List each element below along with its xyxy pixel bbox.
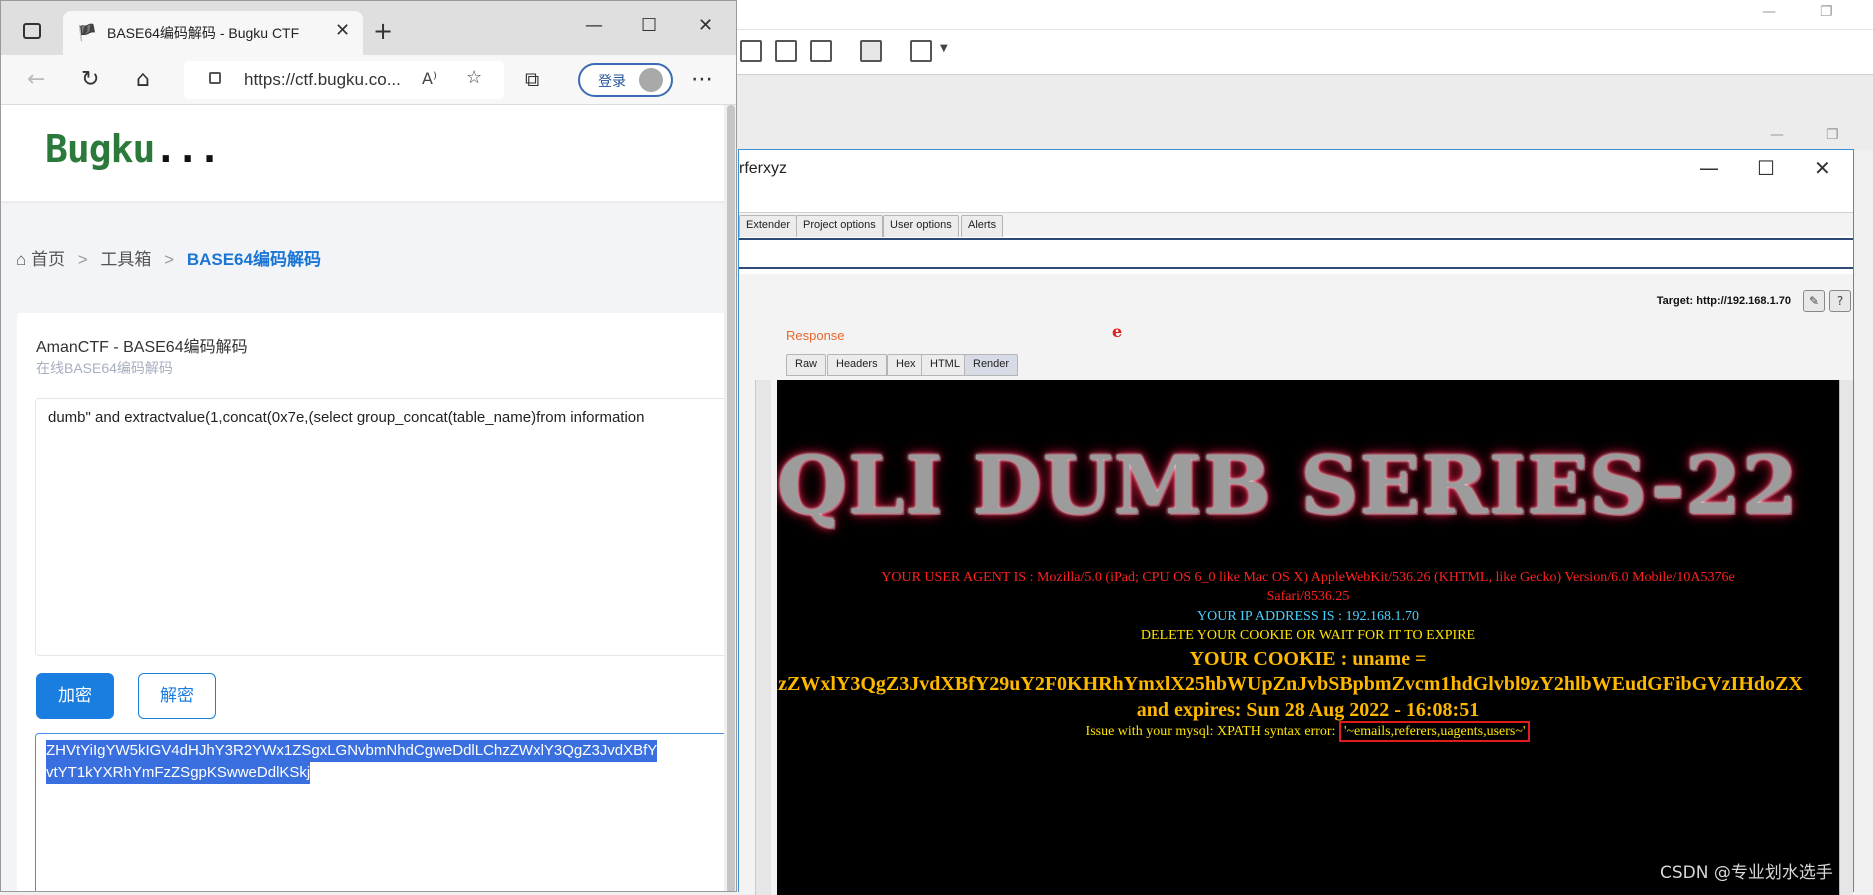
breadcrumb-home[interactable]: 首页 xyxy=(31,250,65,269)
input-text: dumb" and extractvalue(1,concat(0x7e,(se… xyxy=(48,409,645,426)
close-icon[interactable]: ✕ xyxy=(335,20,350,41)
divider xyxy=(739,267,1853,269)
tool-card: AmanCTF - BASE64编码解码 在线BASE64编码解码 dumb" … xyxy=(17,313,736,891)
burp-titlebar: rferxyz — ☐ ✕ xyxy=(739,150,1853,190)
breadcrumb: ⌂ 首页 > 工具箱 > BASE64编码解码 xyxy=(16,245,321,270)
logo-text: Bugku xyxy=(45,127,155,171)
ip-address-line: YOUR IP ADDRESS IS : 192.168.1.70 xyxy=(1197,609,1419,624)
cookie-value: hzZWxlY3QgZ3JvdXBfY29uY2F0KHRhYmxlX25hbW… xyxy=(777,673,1803,695)
minimize-icon[interactable]: — xyxy=(585,15,603,36)
lock-icon[interactable] xyxy=(209,72,221,84)
tab-hex[interactable]: Hex xyxy=(887,354,925,376)
breadcrumb-current: BASE64编码解码 xyxy=(186,250,321,269)
tab-title: BASE64编码解码 - Bugku CTF xyxy=(107,25,300,41)
tab-actions-icon[interactable] xyxy=(23,23,41,39)
edit-target-icon[interactable]: ✎ xyxy=(1803,290,1825,312)
burp-window-title: rferxyz xyxy=(739,160,787,177)
input-textarea[interactable]: dumb" and extractvalue(1,concat(0x7e,(se… xyxy=(35,398,736,656)
sql-error-line: Issue with your mysql: XPATH syntax erro… xyxy=(777,721,1839,742)
page-title: AmanCTF - BASE64编码解码 xyxy=(36,339,248,356)
terminal-icon[interactable] xyxy=(860,40,882,62)
maximize-icon[interactable]: ☐ xyxy=(641,15,657,36)
output-line-1: ZHVtYiIgYW5kIGV4dHJhY3R2YWx1ZSgxLGNvbmNh… xyxy=(46,740,658,762)
site-logo[interactable]: Bugku... xyxy=(45,127,221,171)
refresh-icon[interactable]: ↻ xyxy=(81,67,99,92)
page-content: Bugku... ⌂ 首页 > 工具箱 > BASE64编码解码 AmanCTF… xyxy=(1,105,736,891)
output-textarea[interactable]: ZHVtYiIgYW5kIGV4dHJhY3R2YWx1ZSgxLGNvbmNh… xyxy=(35,733,736,891)
expires-line: and expires: Sun 28 Aug 2022 - 16:08:51 xyxy=(1136,699,1480,721)
chevron-down-icon[interactable]: ▼ xyxy=(940,43,948,54)
target-label: Target: http://192.168.1.70 xyxy=(1656,295,1791,307)
tab-raw[interactable]: Raw xyxy=(786,354,827,376)
render-view: QLI DUMB SERIES-22 YOUR USER AGENT IS : … xyxy=(777,380,1839,895)
user-agent-line: YOUR USER AGENT IS : Mozilla/5.0 (iPad; … xyxy=(881,570,1735,585)
logo-dots: ... xyxy=(154,127,221,171)
sql-error-prefix: Issue with your mysql: XPATH syntax erro… xyxy=(1085,724,1336,739)
sql-error-value: '~emails,referers,uagents,users~' xyxy=(1338,721,1531,742)
edge-char: e xyxy=(1112,322,1123,341)
minimize-icon[interactable]: — xyxy=(1770,127,1784,143)
layout-icon[interactable] xyxy=(740,40,762,62)
minimize-icon[interactable]: — xyxy=(1762,4,1776,20)
breadcrumb-toolbox[interactable]: 工具箱 xyxy=(100,250,151,269)
output-line-2: vtYT1kYXRhYmFzZSgpKSwweDdlKSkj xyxy=(46,762,311,784)
tab-strip: 🏴 BASE64编码解码 - Bugku CTF ✕ + — ☐ ✕ xyxy=(1,1,736,55)
breadcrumb-separator: > xyxy=(164,250,175,269)
expand-icon[interactable] xyxy=(910,40,932,62)
browser-tab[interactable]: 🏴 BASE64编码解码 - Bugku CTF ✕ xyxy=(63,11,363,55)
banner-title: QLI DUMB SERIES-22 xyxy=(777,438,1799,532)
url-text: https://ctf.bugku.co... xyxy=(244,70,401,89)
page-subtitle: 在线BASE64编码解码 xyxy=(36,360,173,376)
minimize-icon[interactable]: — xyxy=(1699,156,1719,180)
browser-window: 🏴 BASE64编码解码 - Bugku CTF ✕ + — ☐ ✕ ← ↻ ⌂… xyxy=(0,0,737,892)
close-icon[interactable]: ✕ xyxy=(698,15,713,36)
home-icon[interactable]: ⌂ xyxy=(16,250,26,269)
login-label: 登录 xyxy=(598,74,626,90)
login-button[interactable]: 登录 xyxy=(578,63,673,97)
address-bar-row: ← ↻ ⌂ https://ctf.bugku.co... A⁾ ☆ ⧉ 登录 … xyxy=(1,55,736,105)
decode-button[interactable]: 解密 xyxy=(138,673,216,719)
site-header: Bugku... xyxy=(1,105,736,201)
flag-icon: 🏴 xyxy=(77,23,97,42)
back-icon[interactable]: ← xyxy=(27,67,45,92)
scrollbar[interactable] xyxy=(724,105,736,891)
home-icon[interactable]: ⌂ xyxy=(136,67,150,92)
scrollbar[interactable] xyxy=(1839,380,1853,895)
delete-cookie-line: DELETE YOUR COOKIE OR WAIT FOR IT TO EXP… xyxy=(1140,628,1476,643)
burp-main-tabs: Extender Project options User options Al… xyxy=(739,212,1853,237)
encode-button[interactable]: 加密 xyxy=(36,673,114,719)
tab-headers[interactable]: Headers xyxy=(827,354,887,376)
restore-icon[interactable]: ❐ xyxy=(1820,4,1833,20)
tab-render[interactable]: Render xyxy=(964,354,1019,376)
breadcrumb-separator: > xyxy=(77,250,88,269)
tab-alerts[interactable]: Alerts xyxy=(961,215,1004,237)
read-aloud-icon[interactable]: A⁾ xyxy=(422,69,437,88)
scrollbar[interactable] xyxy=(755,380,771,895)
divider xyxy=(739,238,1853,240)
tab-user-options[interactable]: User options xyxy=(883,215,959,237)
burp-window: rferxyz — ☐ ✕ Extender Project options U… xyxy=(738,149,1854,895)
close-icon[interactable]: ✕ xyxy=(1814,156,1831,180)
new-tab-icon[interactable]: + xyxy=(373,17,393,45)
fit-icon[interactable] xyxy=(775,40,797,62)
user-agent-line-2: Safari/8536.25 xyxy=(1266,589,1350,604)
tab-extender[interactable]: Extender xyxy=(739,215,798,237)
extensions-icon[interactable]: ⧉ xyxy=(525,67,539,91)
restore-icon[interactable]: ❐ xyxy=(1826,127,1839,143)
watermark: CSDN @专业划水选手 xyxy=(1660,863,1833,883)
cookie-label: YOUR COOKIE : uname = xyxy=(1189,648,1427,670)
maximize-icon[interactable]: ☐ xyxy=(1757,156,1775,180)
url-input[interactable]: https://ctf.bugku.co... A⁾ ☆ xyxy=(184,61,504,99)
favorite-icon[interactable]: ☆ xyxy=(466,67,482,88)
avatar xyxy=(639,68,663,92)
more-icon[interactable]: ⋯ xyxy=(691,67,713,92)
tab-html[interactable]: HTML xyxy=(921,354,969,376)
help-icon[interactable]: ? xyxy=(1829,290,1851,312)
tab-project-options[interactable]: Project options xyxy=(796,215,883,237)
scrollbar-thumb[interactable] xyxy=(727,105,735,891)
response-label: Response xyxy=(786,328,845,343)
copy-icon[interactable] xyxy=(810,40,832,62)
